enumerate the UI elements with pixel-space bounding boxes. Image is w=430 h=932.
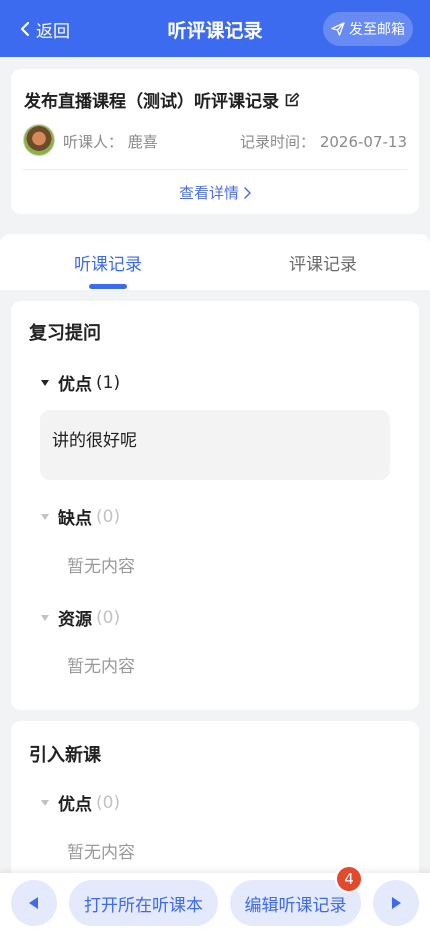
empty-placeholder: 暂无内容 [67,557,135,577]
chevron-right-icon [244,186,251,199]
caret-down-icon [41,799,49,806]
top-header: 返回 听评课记录 发至邮箱 [0,0,430,57]
active-tab-indicator [89,284,127,289]
send-icon [331,22,345,36]
next-button[interactable] [373,880,419,926]
open-notebook-button[interactable]: 打开所在听课本 [69,880,218,926]
group-header-strengths[interactable]: 优点 (0) [41,790,120,815]
comment-content: 讲的很好呢 [40,410,390,480]
group-count: (0) [96,506,121,527]
tab-listening-record[interactable]: 听课记录 [28,250,188,275]
group-count: (0) [96,792,121,813]
group-label: 优点 [58,375,92,395]
group-count: (1) [96,372,121,393]
group-header-weaknesses[interactable]: 缺点 (0) [41,504,120,529]
send-to-email-button[interactable]: 发至邮箱 [323,12,413,46]
send-to-email-label: 发至邮箱 [349,22,405,38]
avatar [23,124,55,156]
course-title: 发布直播课程（测试）听评课记录 [24,92,279,112]
record-time: 记录时间： 2026-07-13 [240,133,407,151]
group-label: 资源 [58,610,92,630]
section-title: 引入新课 [29,745,101,766]
bottom-action-bar: 打开所在听课本 编辑听课记录 [0,873,430,932]
record-tabs: 听课记录 评课记录 [0,234,430,290]
group-count: (0) [96,607,121,628]
group-header-strengths[interactable]: 优点 (1) [41,370,120,395]
view-details-label: 查看详情 [178,184,239,202]
notification-badge: 4 [335,865,363,893]
triangle-left-icon [29,897,38,909]
group-label: 优点 [58,795,92,815]
course-info-card: 发布直播课程（测试）听评课记录 听课人： 鹿喜 记录时间： 2026-07-13… [11,69,419,214]
edit-icon[interactable] [284,92,300,108]
divider [23,169,407,170]
caret-down-icon [41,614,49,621]
section-review-questions: 复习提问 优点 (1) 讲的很好呢 缺点 (0) 暂无内容 资源 (0) 暂无内… [11,301,419,710]
listener-name: 听课人： 鹿喜 [63,133,158,151]
empty-placeholder: 暂无内容 [67,843,135,863]
caret-down-icon [41,379,49,386]
caret-down-icon [41,513,49,520]
group-header-resources[interactable]: 资源 (0) [41,605,120,630]
previous-button[interactable] [11,880,57,926]
course-title-row: 发布直播课程（测试）听评课记录 [24,87,300,112]
view-details-link[interactable]: 查看详情 [11,182,419,203]
triangle-right-icon [392,897,401,909]
empty-placeholder: 暂无内容 [67,657,135,677]
group-label: 缺点 [58,509,92,529]
tab-evaluation-record[interactable]: 评课记录 [243,250,403,275]
section-title: 复习提问 [29,323,101,344]
